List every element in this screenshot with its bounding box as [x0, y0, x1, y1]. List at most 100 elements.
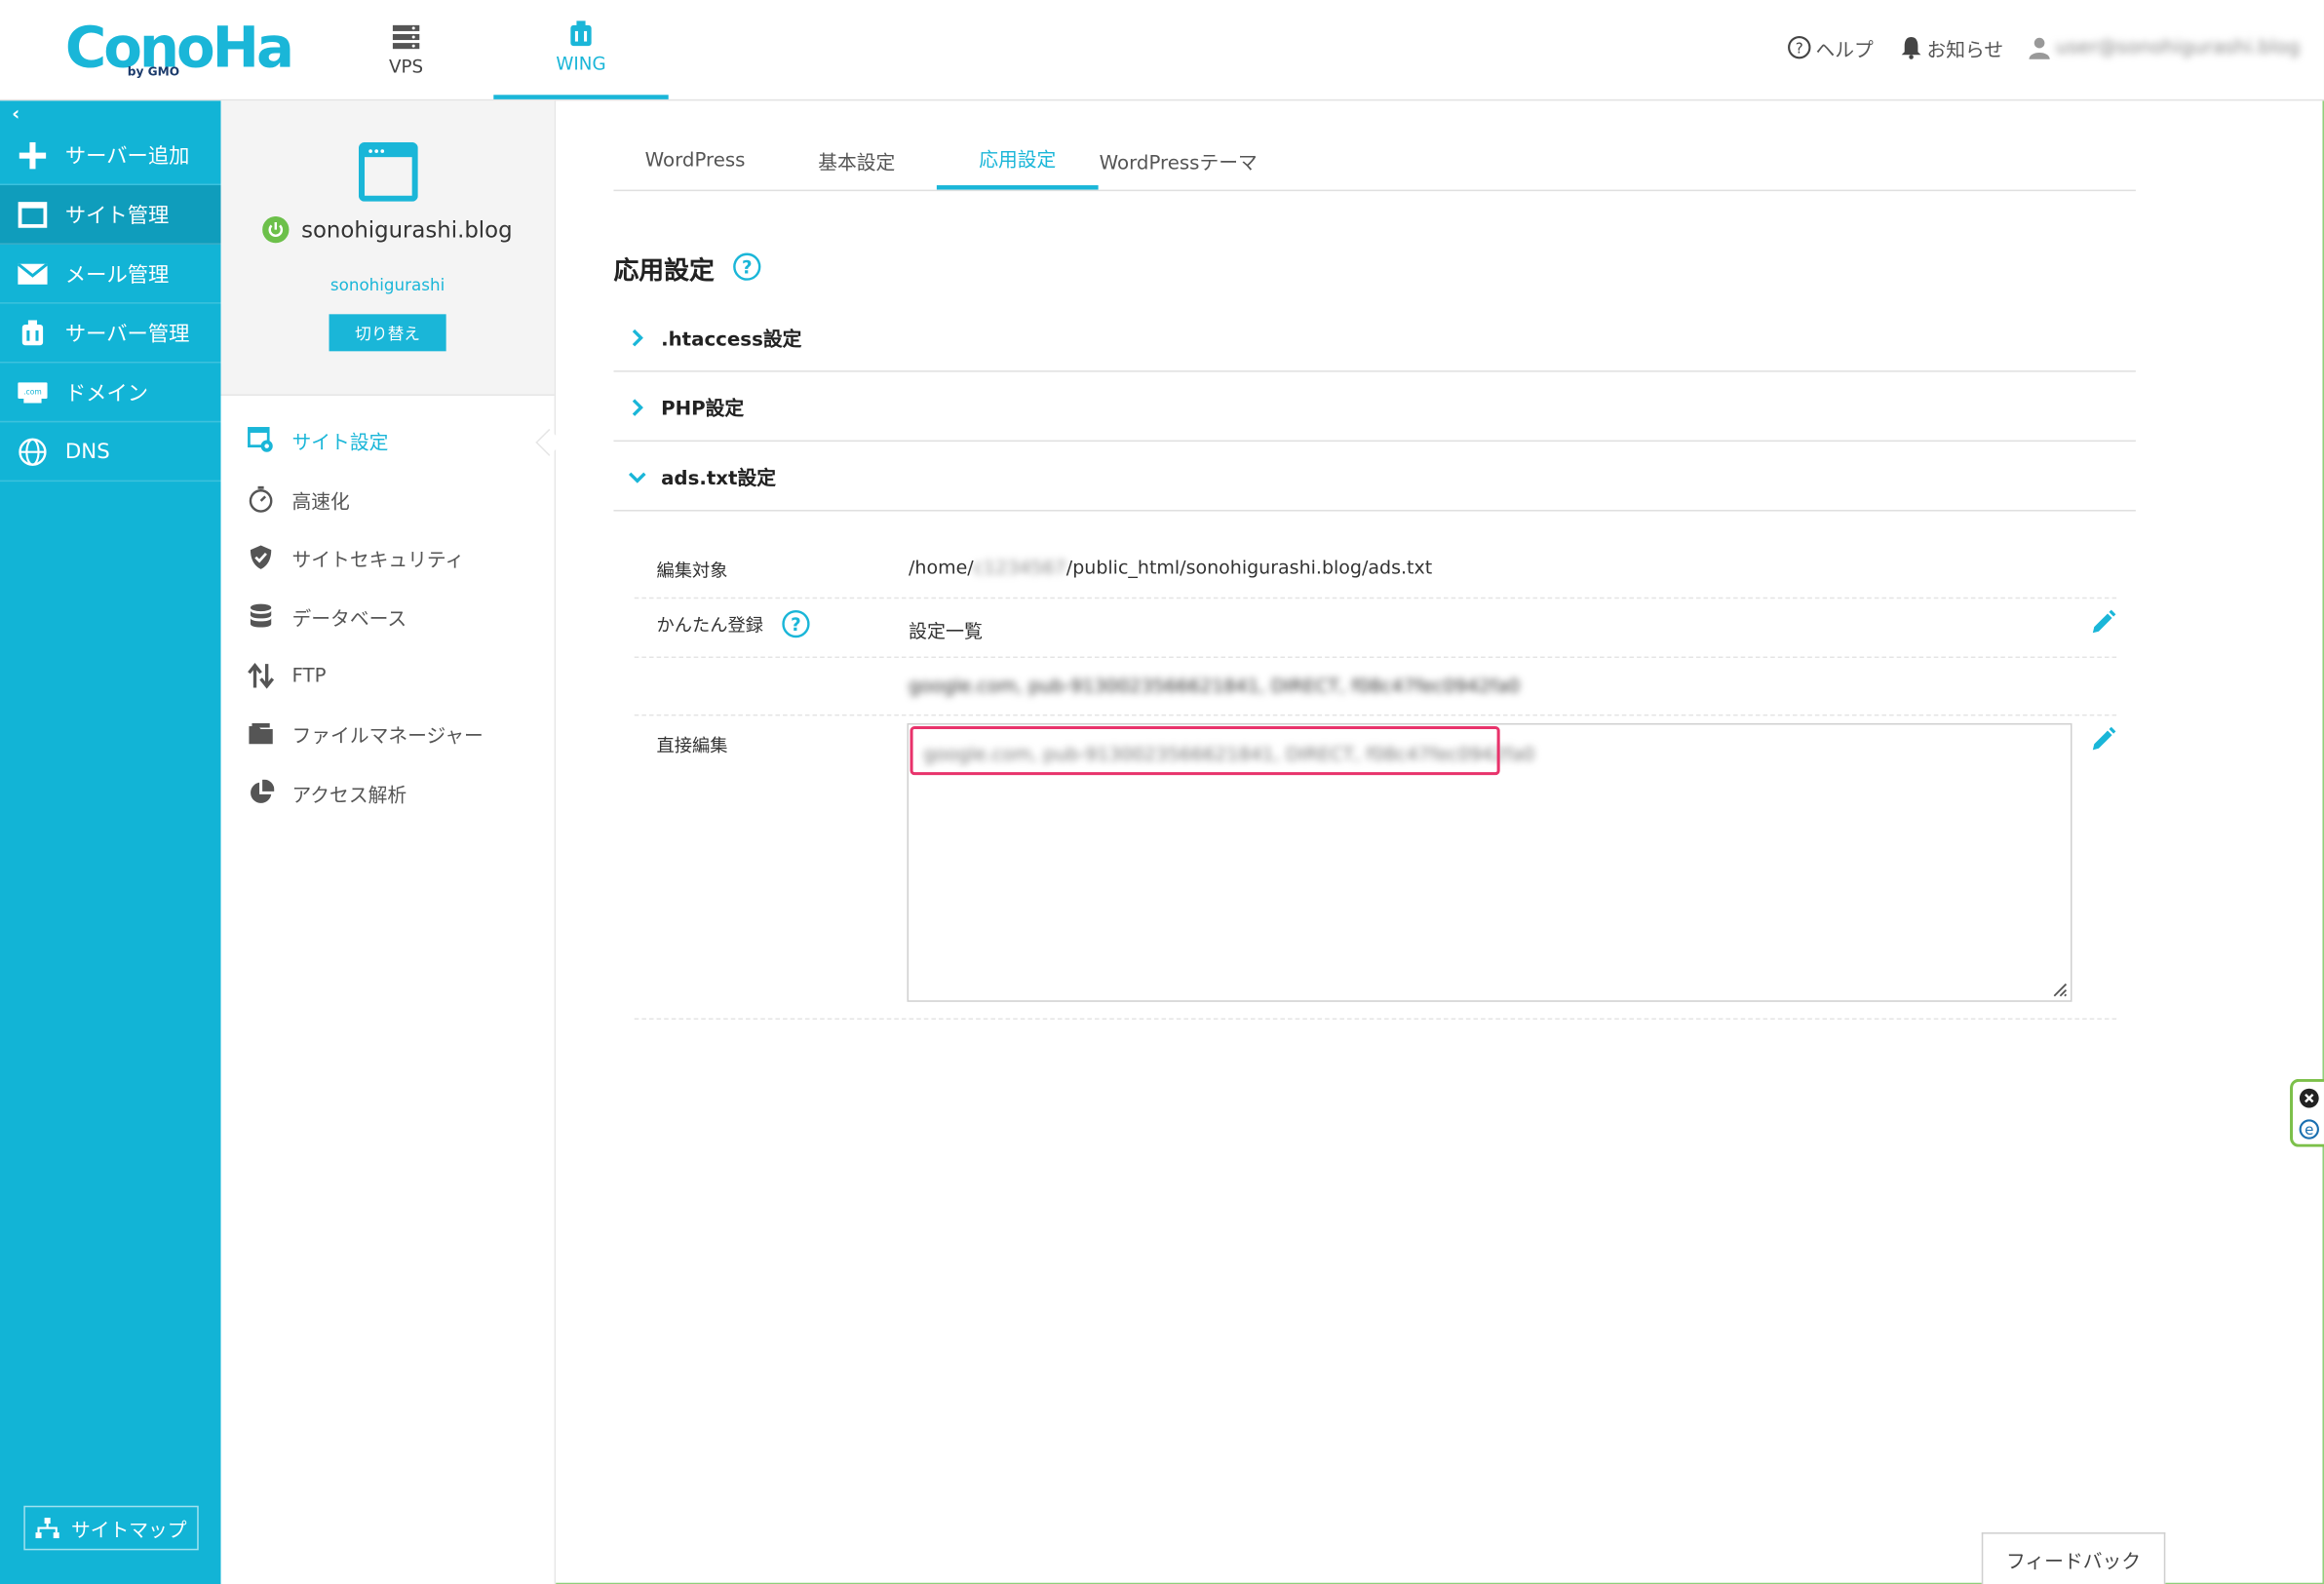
svg-text:?: ? [791, 615, 801, 636]
accordion-label: PHP設定 [661, 398, 745, 421]
chevron-down-icon [628, 471, 646, 483]
server-stack-icon [392, 24, 420, 49]
site-menu-label: データベース [291, 608, 407, 631]
sidebar-item-site-management[interactable]: サイト管理 [0, 185, 221, 245]
site-menu-database[interactable]: データベース [248, 599, 544, 634]
top-header: ConoHa by GMO VPS WING ? ヘルプ お知らせ user@s… [0, 0, 2324, 101]
help-circle-icon[interactable]: ? [781, 609, 810, 638]
tab-divider [613, 189, 2136, 192]
stopwatch-icon [249, 485, 273, 513]
nav-wing[interactable]: WING [493, 0, 669, 99]
bell-icon [1901, 37, 1921, 59]
tab-basic-settings[interactable]: 基本設定 [777, 131, 937, 190]
site-domain-row: sonohigurashi.blog [221, 215, 555, 244]
sidebar-item-mail[interactable]: メール管理 [0, 245, 221, 304]
feedback-button[interactable]: フィードバック [1981, 1532, 2166, 1584]
chevron-right-icon [632, 328, 643, 346]
sitemap-icon [35, 1517, 59, 1539]
e-badge-icon[interactable]: e [2298, 1118, 2319, 1139]
tab-wordpress-theme[interactable]: WordPressテーマ [1099, 131, 1259, 190]
site-menu-site-settings[interactable]: サイト設定 [248, 422, 544, 457]
main-sidebar: ‹ サーバー追加 サイト管理 メール管理 サーバー管理 .com ドメイン DN… [0, 100, 221, 1584]
site-menu-label: サイトセキュリティ [291, 549, 465, 572]
target-path: /home/ c1234567 /public_html/sonohiguras… [909, 556, 1432, 578]
sidebar-item-domain[interactable]: .com ドメイン [0, 363, 221, 423]
site-menu-label: 高速化 [291, 491, 350, 514]
site-window-icon [358, 141, 418, 202]
registered-entry: google.com, pub-9130023566621841, DIRECT… [909, 674, 1521, 697]
easy-register-label: かんたん登録 [656, 614, 764, 636]
nav-vps-label: VPS [389, 56, 424, 77]
notice-label: お知らせ [1926, 39, 2004, 62]
tab-advanced-settings[interactable]: 応用設定 [936, 131, 1099, 190]
sitemap-label: サイトマップ [70, 1520, 187, 1542]
highlight-box [910, 725, 1500, 776]
sitemap-button[interactable]: サイトマップ [23, 1505, 199, 1551]
help-circle-icon[interactable]: ? [732, 251, 761, 281]
path-suffix: /public_html/sonohigurashi.blog/ads.txt [1065, 556, 1433, 578]
accordion-label: .htaccess設定 [661, 328, 802, 352]
chevron-right-icon [632, 398, 643, 416]
site-domain: sonohigurashi.blog [301, 215, 513, 244]
accordion-ads-txt[interactable]: ads.txt設定 [613, 444, 2136, 512]
sidebar-item-server[interactable]: サーバー管理 [0, 304, 221, 364]
domain-icon: .com [18, 381, 48, 403]
wing-icon [570, 20, 592, 47]
settings-list-label: 設定一覧 [909, 619, 984, 642]
site-settings-icon [248, 427, 273, 452]
switch-site-button[interactable]: 切り替え [329, 314, 446, 352]
sidebar-item-label: サーバー管理 [64, 322, 190, 347]
sidebar-item-label: DNS [64, 439, 110, 464]
user-menu[interactable]: user@sonohigurashi.blog [2028, 32, 2300, 61]
svg-text:e: e [2304, 1120, 2312, 1138]
close-circle-icon[interactable] [2298, 1087, 2318, 1107]
accordion-php[interactable]: PHP設定 [613, 373, 2136, 443]
notice-link[interactable]: お知らせ [1900, 32, 2003, 61]
sidebar-item-add-server[interactable]: サーバー追加 [0, 126, 221, 186]
sidebar-item-dns[interactable]: DNS [0, 422, 221, 483]
sidebar-item-label: メール管理 [64, 262, 170, 288]
svg-text:?: ? [742, 258, 753, 279]
path-prefix: /home/ [909, 556, 974, 578]
help-label: ヘルプ [1815, 39, 1874, 62]
sidebar-item-label: サイト管理 [64, 204, 170, 228]
site-menu-analytics[interactable]: アクセス解析 [248, 775, 544, 810]
sidebar-item-label: サーバー追加 [64, 144, 190, 169]
collapse-sidebar-icon[interactable]: ‹ [12, 103, 19, 126]
site-card: sonohigurashi.blog sonohigurashi 切り替え [220, 100, 555, 396]
mail-icon [18, 262, 48, 285]
logo-subtext: by GMO [127, 64, 180, 79]
power-icon[interactable] [262, 215, 290, 244]
edit-pencil-icon[interactable] [2090, 609, 2116, 636]
site-menu-label: アクセス解析 [291, 785, 407, 807]
site-menu-speed[interactable]: 高速化 [248, 482, 544, 517]
tab-wordpress[interactable]: WordPress [613, 131, 776, 190]
resize-handle-icon[interactable] [2050, 980, 2068, 997]
transfer-icon [248, 662, 275, 689]
site-menu-label: FTP [291, 664, 327, 687]
nav-vps[interactable]: VPS [319, 0, 493, 99]
folder-icon [249, 722, 273, 745]
site-menu-file-manager[interactable]: ファイルマネージャー [248, 715, 544, 751]
easy-register-row: かんたん登録 ? [657, 609, 811, 638]
side-widget[interactable]: e [2290, 1078, 2324, 1147]
help-link[interactable]: ? ヘルプ [1788, 32, 1874, 61]
accordion-htaccess[interactable]: .htaccess設定 [613, 304, 2136, 372]
site-menu-label: ファイルマネージャー [291, 725, 484, 749]
direct-edit-label: 直接編集 [656, 735, 728, 756]
window-icon [18, 201, 48, 228]
user-icon [2029, 37, 2050, 59]
database-icon [250, 603, 272, 628]
path-hidden: c1234567 [973, 556, 1066, 578]
pie-chart-icon [251, 779, 275, 803]
site-menu-column: sonohigurashi.blog sonohigurashi 切り替え サイ… [220, 100, 563, 1584]
edit-pencil-icon[interactable] [2090, 726, 2116, 753]
sidebar-item-label: ドメイン [64, 381, 149, 406]
server-icon [21, 319, 44, 345]
row-divider [634, 1018, 2117, 1021]
site-menu-security[interactable]: サイトセキュリティ [248, 539, 544, 574]
row-divider [634, 656, 2117, 659]
user-account: user@sonohigurashi.blog [2055, 36, 2301, 59]
globe-icon [19, 437, 47, 466]
site-menu-ftp[interactable]: FTP [248, 658, 544, 693]
